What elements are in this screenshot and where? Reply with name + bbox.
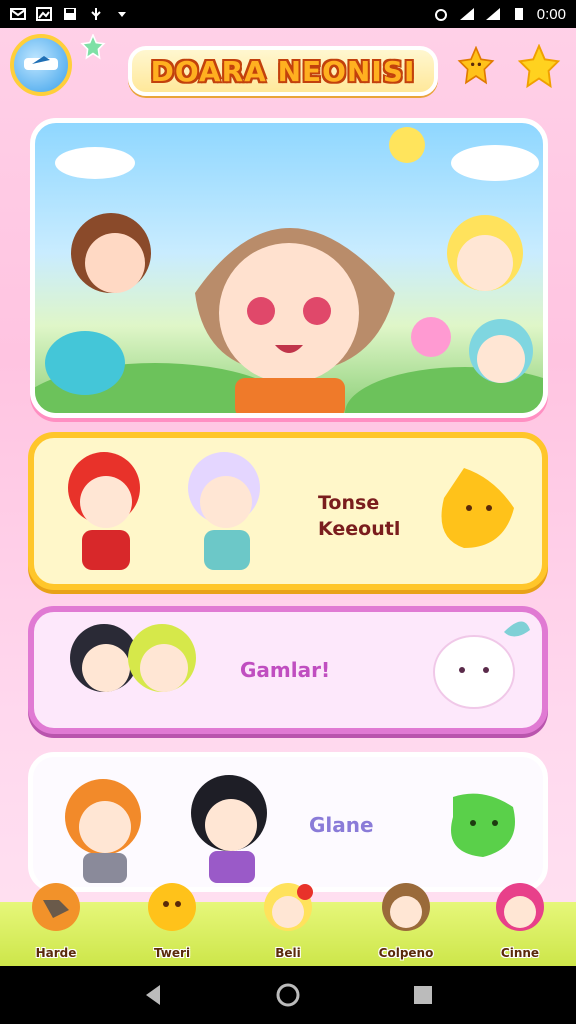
nav-item-harde[interactable]: Harde <box>6 880 106 966</box>
menu-card-1[interactable]: Tonse Keeoutl <box>28 432 548 590</box>
nav-item-tweri[interactable]: Tweri <box>122 880 222 966</box>
nav-label-beli: Beli <box>275 946 301 960</box>
status-bar: 0:00 <box>0 0 576 28</box>
card-3-characters <box>65 775 515 883</box>
alarm-icon <box>434 9 447 21</box>
bottom-nav: Harde Tweri Beli Colpeno Cinne <box>0 883 576 966</box>
nav-label-harde: Harde <box>35 946 77 960</box>
chick-icon <box>148 883 196 931</box>
card-3-label: Glane <box>309 813 374 837</box>
app-header: DOARA NEONISI <box>0 28 576 112</box>
nav-label-tweri: Tweri <box>153 946 191 960</box>
usb-icon <box>91 8 101 20</box>
menu-card-2[interactable]: Gamlar! <box>28 606 548 734</box>
nav-label-cinne: Cinne <box>500 946 540 960</box>
folder-icon <box>32 883 80 931</box>
nav-label-colpeno: Colpeno <box>378 946 434 960</box>
status-icons-left <box>10 7 130 21</box>
triangle-back-icon[interactable] <box>138 980 168 1010</box>
star-icon <box>80 34 106 60</box>
star-face-icon <box>457 46 495 85</box>
bear-icon <box>382 883 430 931</box>
nav-item-beli[interactable]: Beli <box>238 880 338 966</box>
menu-card-3[interactable]: Glane <box>28 752 548 892</box>
logo-icon[interactable] <box>10 34 72 96</box>
card-1-characters <box>68 452 514 570</box>
status-time: 0:00 <box>536 5 566 23</box>
card-1-label: Tonse Keeoutl <box>318 490 428 542</box>
system-nav-bar <box>0 966 576 1024</box>
hero-banner[interactable] <box>30 118 548 418</box>
star-icon-right <box>517 44 561 89</box>
blonde-girl-icon <box>264 883 313 931</box>
hero-illustration <box>35 127 543 413</box>
battery-icon <box>514 8 523 20</box>
nav-item-colpeno[interactable]: Colpeno <box>356 880 456 966</box>
signal-icon-2 <box>485 8 500 20</box>
square-recents-icon[interactable] <box>408 980 438 1010</box>
card-2-label: Gamlar! <box>240 658 331 682</box>
page-title: DOARA NEONISI <box>150 54 416 88</box>
image-icon <box>36 7 52 21</box>
card-1-label-line2: Keeoutl <box>318 518 401 540</box>
signal-icon <box>459 8 474 20</box>
mail-icon <box>10 8 26 20</box>
save-icon <box>64 8 76 20</box>
pink-girl-icon <box>496 883 544 931</box>
title-banner: DOARA NEONISI <box>128 46 438 96</box>
status-icons-right: 0:00 <box>433 6 566 23</box>
nav-item-cinne[interactable]: Cinne <box>470 880 570 966</box>
chevron-down-icon <box>118 12 126 17</box>
card-1-label-line1: Tonse <box>318 492 380 514</box>
circle-home-icon[interactable] <box>273 980 303 1010</box>
